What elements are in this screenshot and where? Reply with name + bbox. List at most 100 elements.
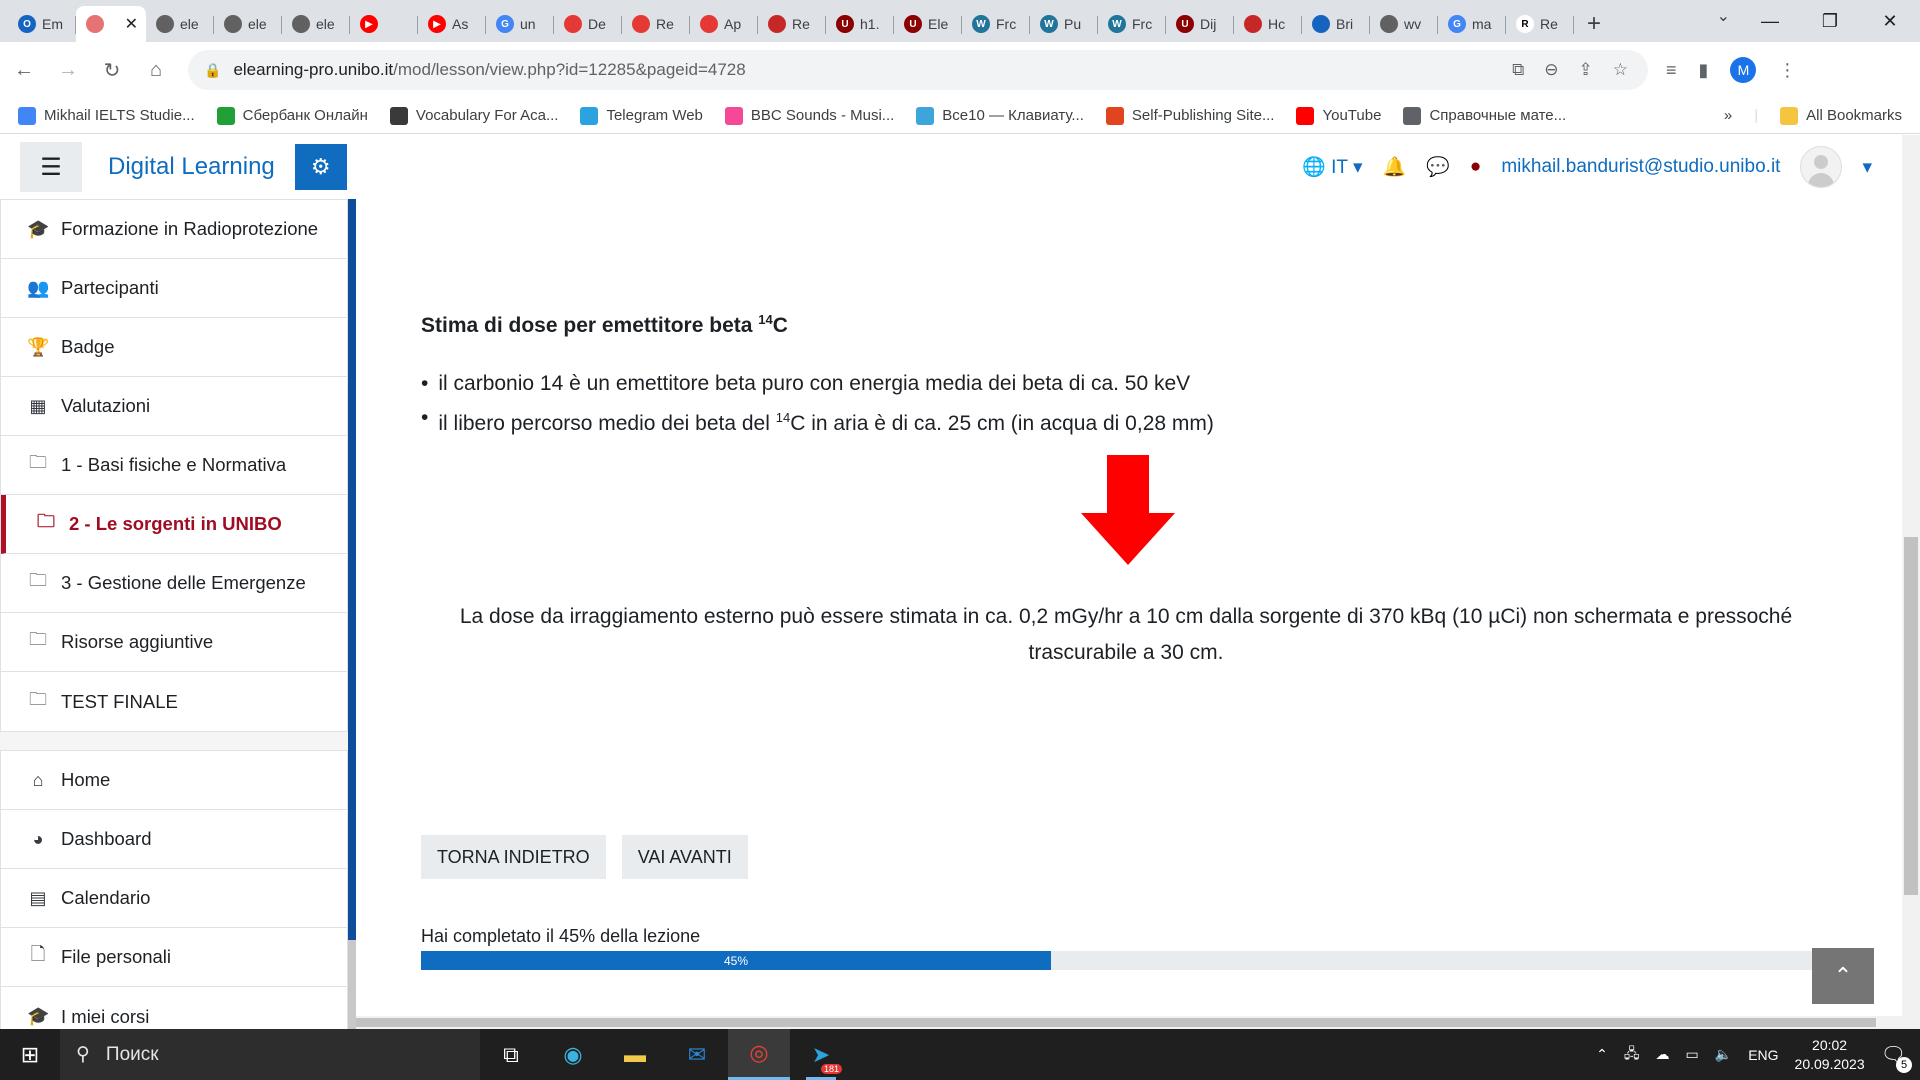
tray-chevron-icon[interactable]: ⌃	[1596, 1046, 1608, 1063]
telegram-icon[interactable]: ➤ 181	[790, 1029, 852, 1080]
sidebar-item[interactable]: 🗀 Risorse aggiuntive	[1, 613, 347, 672]
browser-tab[interactable]: Hc	[1234, 6, 1302, 42]
browser-tab[interactable]: W Pu	[1030, 6, 1098, 42]
new-tab-button[interactable]: +	[1574, 6, 1614, 42]
notification-icon[interactable]: 🗨 5	[1881, 1042, 1912, 1073]
sidebar-item[interactable]: 🎓 Formazione in Radioprotezione	[1, 200, 347, 259]
browser-tab[interactable]: Re	[622, 6, 690, 42]
bell-icon[interactable]: 🔔	[1383, 155, 1407, 179]
sidebar-item[interactable]: 🗀 TEST FINALE	[1, 672, 347, 731]
sidebar-item[interactable]: 🗀 1 - Basi fisiche e Normativa	[1, 436, 347, 495]
share-icon[interactable]: ⇪	[1579, 60, 1593, 80]
sidebar-item[interactable]: ◕ Dashboard	[1, 810, 347, 869]
drawer-toggle-button[interactable]: ☰	[20, 142, 82, 192]
back-button[interactable]: TORNA INDIETRO	[421, 835, 606, 879]
back-arrow-icon[interactable]: ←	[4, 50, 44, 90]
translate-icon[interactable]: ⧉	[1512, 60, 1524, 80]
message-icon[interactable]: 💬	[1426, 155, 1450, 179]
side-panel-icon[interactable]: ▮	[1699, 60, 1709, 81]
browser-tab[interactable]: U Ele	[894, 6, 962, 42]
cloud-icon[interactable]: ☁	[1656, 1046, 1670, 1063]
bookmark-item[interactable]: Все10 — Клавиату...	[916, 106, 1084, 125]
browser-tab[interactable]: Re	[758, 6, 826, 42]
bookmark-star-icon[interactable]: ☆	[1613, 60, 1628, 80]
network-icon[interactable]: 🖧	[1624, 1043, 1640, 1067]
restore-icon[interactable]: ❐	[1800, 0, 1860, 42]
browser-tab[interactable]: ✕	[76, 6, 146, 42]
browser-menu-icon[interactable]: ⋮	[1778, 60, 1796, 81]
browser-tab[interactable]: ▶	[350, 6, 418, 42]
sidebar-item[interactable]: 🏆 Badge	[1, 318, 347, 377]
browser-tab[interactable]: R Re	[1506, 6, 1574, 42]
browser-tab[interactable]: ▶ As	[418, 6, 486, 42]
bookmark-item[interactable]: Справочные мате...	[1403, 106, 1566, 125]
task-view-icon[interactable]: ⧉	[480, 1029, 542, 1080]
browser-tab[interactable]: ele	[282, 6, 350, 42]
cog-settings-icon[interactable]: ⚙	[294, 144, 347, 190]
bookmark-item[interactable]: BBC Sounds - Musi...	[724, 106, 894, 125]
reload-icon[interactable]: ↻	[92, 50, 132, 90]
file-explorer-icon[interactable]: ▬	[604, 1029, 666, 1080]
sidebar-item[interactable]: 🗀 2 - Le sorgenti in UNIBO	[1, 495, 347, 554]
zoom-icon[interactable]: ⊖	[1544, 60, 1558, 80]
sidebar-item[interactable]: ⌂ Home	[1, 751, 347, 810]
sidebar-item[interactable]: ▤ Calendario	[1, 869, 347, 928]
bookmark-item[interactable]: Self-Publishing Site...	[1105, 106, 1274, 125]
navbar-user-area: 🌐 IT ▾ 🔔 💬 ● mikhail.bandurist@studio.un…	[1302, 146, 1902, 188]
sidebar-item[interactable]: 🗀 3 - Gestione delle Emergenze	[1, 554, 347, 613]
user-menu-caret-icon[interactable]: ▾	[1862, 156, 1872, 179]
edge-icon[interactable]: ◉	[542, 1029, 604, 1080]
bookmark-item[interactable]: YouTube	[1296, 106, 1381, 125]
windows-start-icon[interactable]: ⊞	[0, 1029, 60, 1080]
browser-tab[interactable]: Uh1.	[826, 6, 894, 42]
browser-tab[interactable]: ele	[146, 6, 214, 42]
browser-tab[interactable]: Gma	[1438, 6, 1506, 42]
clock[interactable]: 20:02 20.09.2023	[1795, 1036, 1865, 1074]
chrome-icon[interactable]: ◎	[728, 1029, 790, 1080]
all-bookmarks-button[interactable]: All Bookmarks	[1780, 106, 1902, 125]
browser-tab[interactable]: O Em	[8, 6, 76, 42]
browser-tab[interactable]: Bri	[1302, 6, 1370, 42]
browser-tab[interactable]: De	[554, 6, 622, 42]
sidebar-item[interactable]: 🗋 File personali	[1, 928, 347, 987]
forward-arrow-icon[interactable]: →	[48, 50, 88, 90]
bookmark-item[interactable]: Сбербанк Онлайн	[216, 106, 368, 125]
site-info-icon[interactable]: 🔒	[204, 62, 221, 79]
sidebar-item[interactable]: 🎓 I miei corsi	[1, 987, 347, 1029]
next-button[interactable]: VAI AVANTI	[621, 835, 748, 879]
browser-tab[interactable]: Ap	[690, 6, 758, 42]
mail-icon[interactable]: ✉	[666, 1029, 728, 1080]
page-scrollbar-thumb[interactable]	[1904, 537, 1918, 895]
home-icon[interactable]: ⌂	[136, 50, 176, 90]
input-language[interactable]: ENG	[1748, 1047, 1778, 1063]
bookmark-item[interactable]: Telegram Web	[580, 106, 703, 125]
horizontal-scrollbar-thumb[interactable]	[356, 1018, 1876, 1027]
user-email-link[interactable]: mikhail.bandurist@studio.unibo.it	[1501, 156, 1780, 178]
address-bar[interactable]: 🔒 elearning-pro.unibo.it/mod/lesson/view…	[188, 50, 1648, 90]
bookmarks-overflow-button[interactable]: »	[1724, 107, 1732, 124]
browser-tab[interactable]: ele	[214, 6, 282, 42]
drawer-scrollbar[interactable]	[348, 199, 356, 1029]
browser-tab[interactable]: Gun	[486, 6, 554, 42]
browser-tab[interactable]: U Dij	[1166, 6, 1234, 42]
site-brand-link[interactable]: Digital Learning	[108, 153, 275, 181]
reading-list-icon[interactable]: ≡	[1666, 60, 1677, 81]
volume-icon[interactable]: 🔈	[1715, 1046, 1732, 1063]
back-to-top-button[interactable]: ⌃	[1812, 948, 1874, 1004]
user-avatar[interactable]	[1800, 146, 1843, 188]
tab-close-icon[interactable]: ✕	[125, 14, 138, 34]
profile-avatar[interactable]: M	[1730, 57, 1757, 83]
battery-icon[interactable]: ▭	[1686, 1046, 1699, 1063]
window-close-icon[interactable]: ✕	[1860, 0, 1920, 42]
browser-tab[interactable]: wv	[1370, 6, 1438, 42]
minimize-icon[interactable]: —	[1740, 0, 1800, 42]
browser-tab[interactable]: W Frc	[1098, 6, 1166, 42]
bookmark-item[interactable]: Mikhail IELTS Studie...	[18, 106, 195, 125]
sidebar-item[interactable]: 👥 Partecipanti	[1, 259, 347, 318]
taskbar-search[interactable]: ⚲ Поиск	[60, 1029, 480, 1080]
language-menu[interactable]: 🌐 IT ▾	[1302, 155, 1362, 179]
sidebar-item[interactable]: ▦ Valutazioni	[1, 377, 347, 436]
tab-search-icon[interactable]: ⌄	[1717, 6, 1730, 26]
bookmark-item[interactable]: Vocabulary For Aca...	[389, 106, 558, 125]
browser-tab[interactable]: W Frc	[962, 6, 1030, 42]
